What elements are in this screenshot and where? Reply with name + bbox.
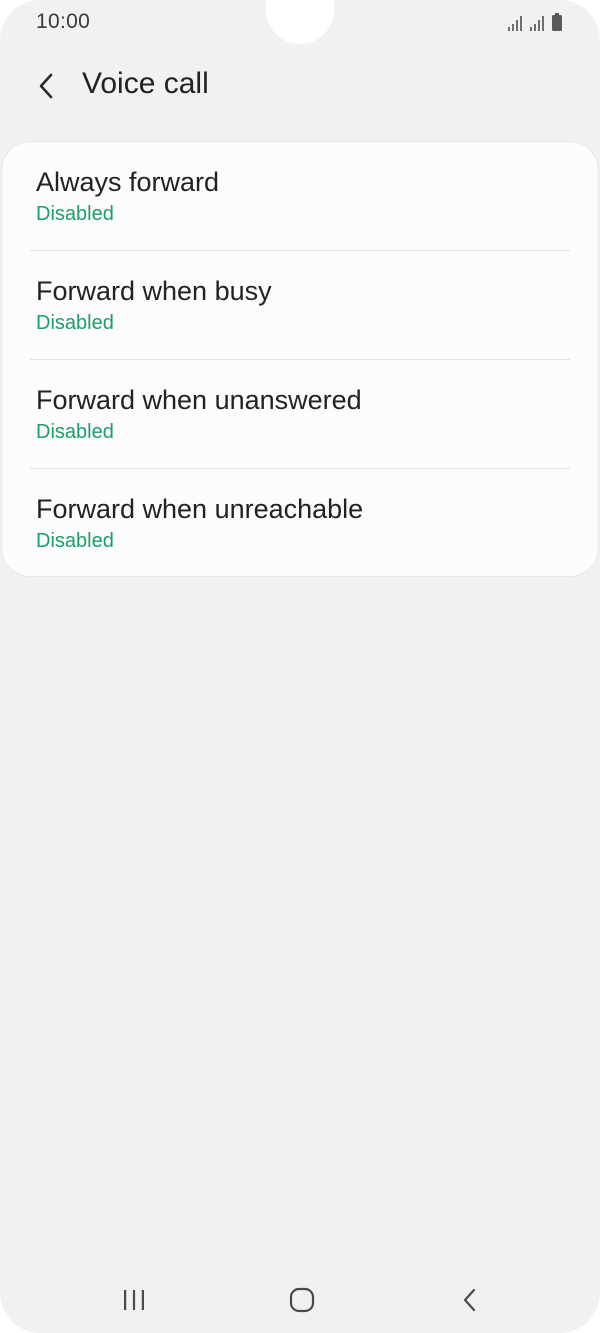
phone-screen: 10:00 Voice call Always forward Disabled… bbox=[0, 0, 600, 1333]
item-status: Disabled bbox=[36, 203, 114, 225]
signal-icon bbox=[508, 16, 522, 31]
status-time: 10:00 bbox=[36, 10, 91, 33]
battery-icon bbox=[552, 13, 562, 31]
page-title: Voice call bbox=[82, 67, 209, 100]
signal-icon bbox=[530, 16, 544, 31]
back-button[interactable] bbox=[24, 64, 68, 108]
status-icons bbox=[508, 11, 562, 31]
list-item-always-forward[interactable]: Always forward Disabled bbox=[2, 142, 598, 250]
item-title: Forward when unanswered bbox=[36, 385, 362, 415]
app-bar: Voice call bbox=[0, 52, 600, 118]
home-icon bbox=[289, 1287, 315, 1313]
list-item-forward-when-unreachable[interactable]: Forward when unreachable Disabled bbox=[30, 468, 570, 576]
home-button[interactable] bbox=[272, 1280, 332, 1320]
call-forwarding-list: Always forward Disabled Forward when bus… bbox=[2, 142, 598, 576]
item-status: Disabled bbox=[36, 530, 114, 552]
nav-back-button[interactable] bbox=[440, 1280, 500, 1320]
item-title: Forward when unreachable bbox=[36, 494, 364, 524]
item-title: Forward when busy bbox=[36, 276, 272, 306]
list-item-forward-when-unanswered[interactable]: Forward when unanswered Disabled bbox=[30, 359, 570, 468]
status-bar: 10:00 bbox=[0, 0, 600, 44]
item-status: Disabled bbox=[36, 421, 114, 443]
list-item-forward-when-busy[interactable]: Forward when busy Disabled bbox=[30, 250, 570, 359]
back-icon bbox=[463, 1288, 476, 1312]
recents-icon bbox=[124, 1290, 144, 1310]
navigation-bar bbox=[0, 1262, 600, 1333]
recents-button[interactable] bbox=[104, 1280, 164, 1320]
chevron-left-icon bbox=[39, 73, 53, 99]
item-status: Disabled bbox=[36, 312, 114, 334]
item-title: Always forward bbox=[36, 167, 220, 197]
